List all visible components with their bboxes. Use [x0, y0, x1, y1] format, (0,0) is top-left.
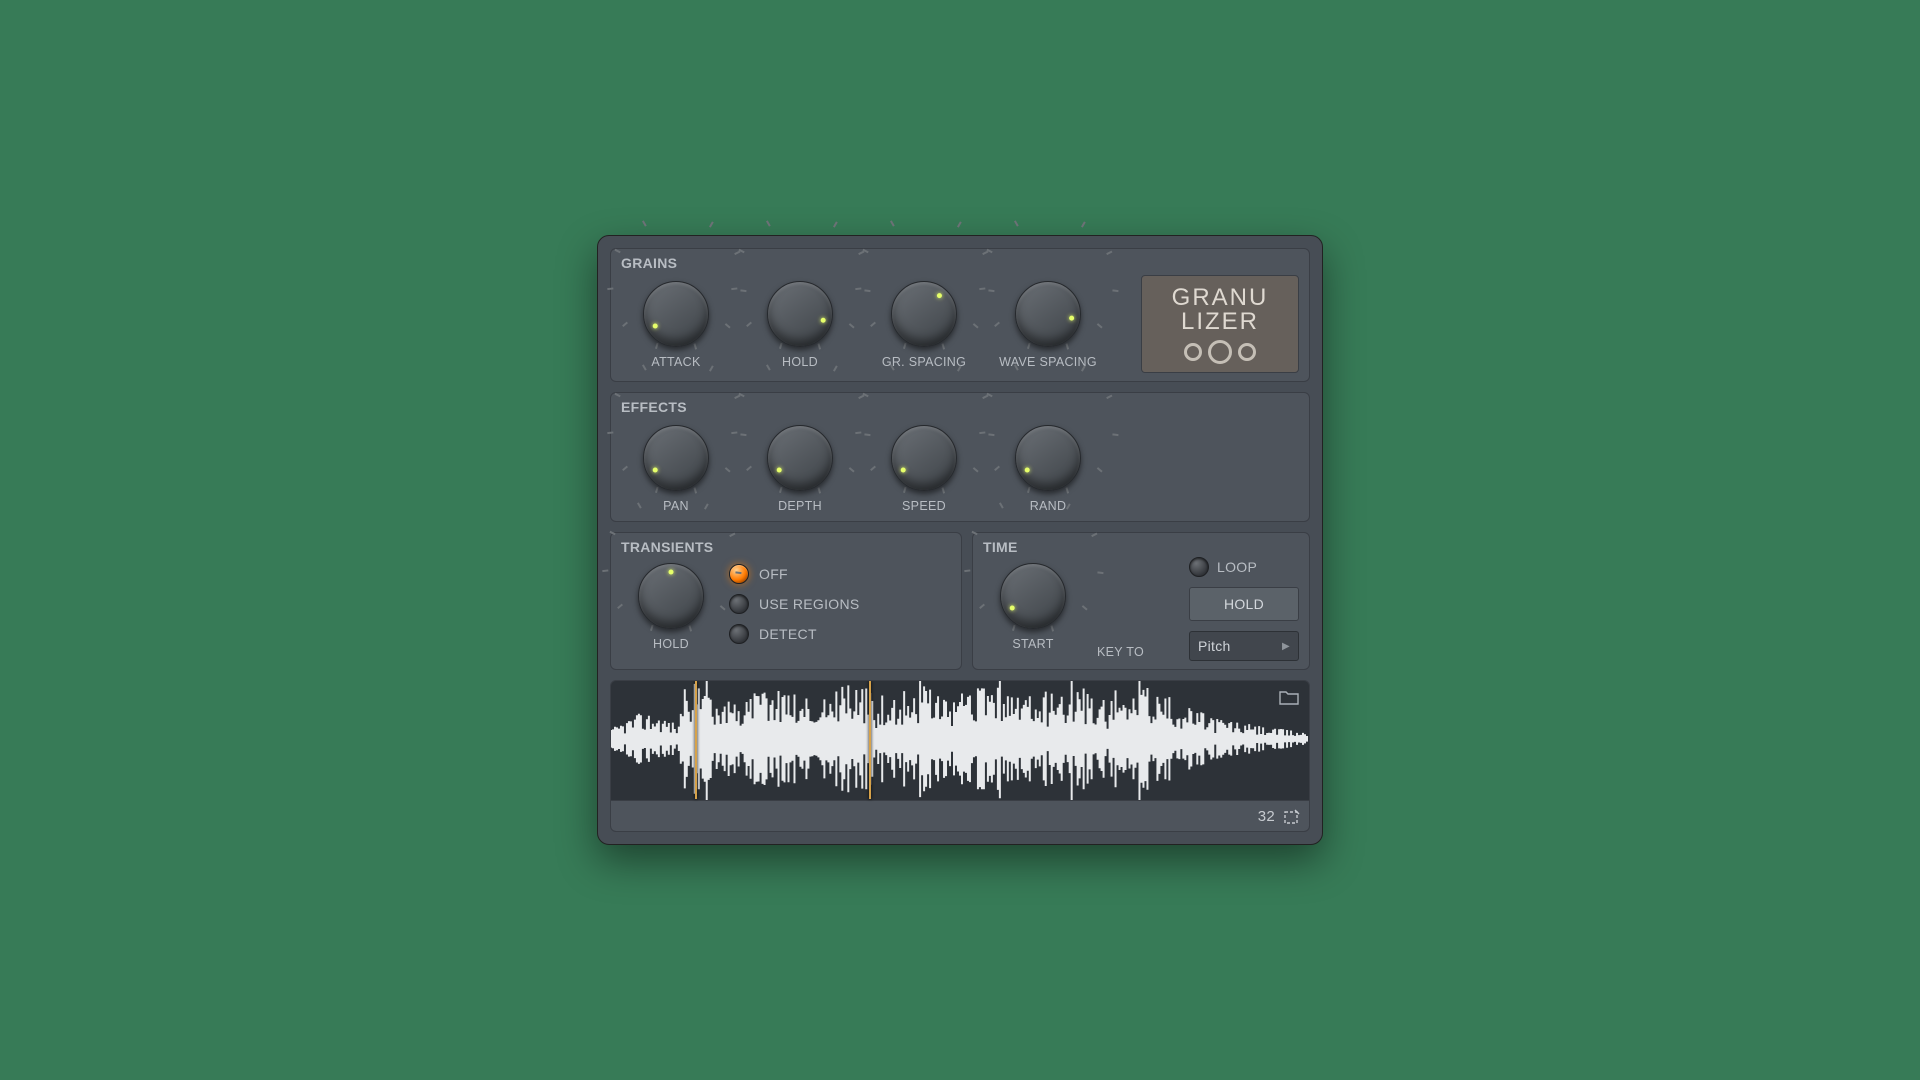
playhead-marker[interactable] — [695, 681, 697, 799]
grains-title: GRAINS — [621, 255, 1299, 271]
knob-pan[interactable]: PAN — [621, 419, 731, 513]
waveform-footer — [611, 800, 1309, 831]
grains-section: GRAINS ATTACK HOLD GR. SPACING WAVE SPAC… — [610, 248, 1310, 382]
radio-use-regions[interactable]: USE REGIONS — [729, 594, 860, 614]
waveform-svg — [611, 681, 1309, 801]
key-to-label: KEY TO — [1097, 645, 1144, 659]
transients-time-row: TRANSIENTS HOLD OFF USE REGIONS — [610, 532, 1310, 670]
logo-line2: LIZER — [1181, 310, 1259, 334]
radio-detect-label: DETECT — [759, 626, 817, 642]
label-speed: SPEED — [902, 499, 946, 513]
knob-transients-hold[interactable]: HOLD — [621, 557, 721, 651]
hold-button[interactable]: HOLD — [1189, 587, 1299, 621]
crop-icon[interactable] — [1283, 809, 1301, 825]
knob-rand[interactable]: RAND — [993, 419, 1103, 513]
transients-radio-group: OFF USE REGIONS DETECT — [729, 564, 860, 644]
waveform-length-value: 32 — [1258, 808, 1275, 825]
knob-hold-grains[interactable]: HOLD — [745, 275, 855, 369]
folder-icon[interactable] — [1279, 689, 1299, 708]
led-icon — [729, 594, 749, 614]
radio-off-label: OFF — [759, 566, 788, 582]
knob-attack[interactable]: ATTACK — [621, 275, 731, 369]
logo-line1: GRANU — [1172, 286, 1269, 310]
loop-toggle[interactable]: LOOP — [1189, 557, 1299, 577]
grains-knob-row: ATTACK HOLD GR. SPACING WAVE SPACING GRA… — [621, 275, 1299, 373]
loop-label: LOOP — [1217, 559, 1257, 575]
key-to-dropdown[interactable]: Pitch ▶ — [1189, 631, 1299, 661]
logo: GRANU LIZER — [1141, 275, 1299, 373]
transients-title: TRANSIENTS — [621, 539, 951, 555]
label-rand: RAND — [1030, 499, 1067, 513]
waveform-display[interactable]: 32 — [610, 680, 1310, 832]
knob-gr-spacing[interactable]: GR. SPACING — [869, 275, 979, 369]
label-attack: ATTACK — [651, 355, 700, 369]
label-transients-hold: HOLD — [653, 637, 689, 651]
key-to-value: Pitch — [1198, 638, 1231, 654]
radio-detect[interactable]: DETECT — [729, 624, 860, 644]
time-title: TIME — [983, 539, 1299, 555]
label-pan: PAN — [663, 499, 689, 513]
label-hold-grains: HOLD — [782, 355, 818, 369]
granulizer-plugin: GRAINS ATTACK HOLD GR. SPACING WAVE SPAC… — [597, 235, 1323, 845]
playhead-marker[interactable] — [869, 681, 871, 799]
effects-section: EFFECTS PAN DEPTH SPEED RAND — [610, 392, 1310, 522]
label-time-start: START — [1012, 637, 1053, 651]
knob-time-start[interactable]: START — [983, 557, 1083, 651]
radio-off[interactable]: OFF — [729, 564, 860, 584]
label-depth: DEPTH — [778, 499, 822, 513]
label-gr-spacing: GR. SPACING — [882, 355, 966, 369]
led-icon — [729, 564, 749, 584]
radio-use-regions-label: USE REGIONS — [759, 596, 860, 612]
transients-section: TRANSIENTS HOLD OFF USE REGIONS — [610, 532, 962, 670]
knob-wave-spacing[interactable]: WAVE SPACING — [993, 275, 1103, 369]
knob-speed[interactable]: SPEED — [869, 419, 979, 513]
led-icon — [1189, 557, 1209, 577]
led-icon — [729, 624, 749, 644]
chevron-right-icon: ▶ — [1282, 641, 1290, 652]
effects-title: EFFECTS — [621, 399, 1299, 415]
time-section: TIME START KEY TO LOOP HOLD Pitch ▶ — [972, 532, 1310, 670]
effects-knob-row: PAN DEPTH SPEED RAND — [621, 419, 1299, 513]
logo-bubbles-icon — [1184, 340, 1256, 364]
knob-depth[interactable]: DEPTH — [745, 419, 855, 513]
